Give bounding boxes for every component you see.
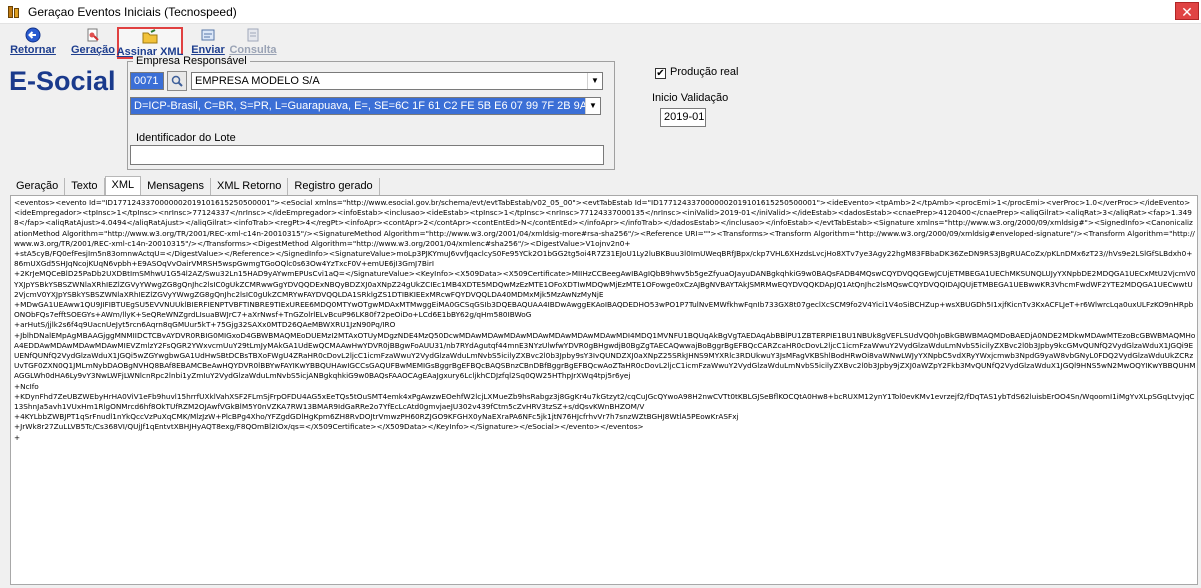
title-bar: Geraçao Eventos Iniciais (Tecnospeed) ✕ (0, 0, 1201, 24)
generate-icon (85, 27, 101, 43)
empresa-code-field[interactable]: 0071 (130, 72, 164, 90)
tab-xml-retorno[interactable]: XML Retorno (211, 178, 289, 196)
xml-line: +stA5cyB/FQ0efFesjIm5n83omnwActqU=</Dige… (14, 249, 1193, 269)
tab-registro-gerado[interactable]: Registro gerado (288, 178, 380, 196)
xml-line: <eventos><evento Id="ID17712433700000020… (14, 198, 1195, 248)
chevron-down-icon[interactable]: ▼ (587, 73, 602, 89)
esocial-logo: E-Social (9, 66, 116, 96)
tab-xml[interactable]: XML (104, 176, 142, 195)
lookup-button[interactable] (167, 71, 187, 91)
folder-sign-icon (142, 29, 158, 45)
xml-line: +MDwGA1UEAww1QU9JIFIBTUEgSU5EVVNUUklBIER… (14, 300, 1194, 320)
xml-line: + (14, 432, 21, 442)
send-icon (200, 27, 216, 43)
empresa-group-legend: Empresa Responsável (133, 55, 250, 67)
app-icon (6, 4, 22, 20)
xml-line: +NcIfo (14, 381, 39, 391)
xml-line: +2KrJeMQCeBlD25PaDb2UXDBtImSMhwU1G54l2AZ… (14, 269, 1196, 299)
close-button[interactable]: ✕ (1175, 2, 1199, 20)
company-select[interactable]: EMPRESA MODELO S/A ▼ (191, 72, 603, 90)
back-arrow-icon (25, 27, 41, 43)
lote-label: Identificador do Lote (136, 132, 236, 144)
xml-line: +JblhDNalEMpAgMBAAGjggMNMIIDCTCBvAYDVR0R… (14, 330, 1196, 381)
xml-line: +KDynFhd7ZeUBZWEbyHrHA0ViV1eFb9huvl15hrr… (14, 391, 1195, 412)
tab-mensagens[interactable]: Mensagens (141, 178, 211, 196)
xml-content-panel[interactable]: <eventos><evento Id="ID17712433700000020… (10, 195, 1198, 585)
tab-geracao[interactable]: Geração (10, 178, 66, 196)
producao-real-checkbox[interactable]: ✔ (655, 68, 666, 79)
producao-real-label: Produção real (670, 66, 739, 78)
xml-line: +JrWk8r27ZuLLVB5Tc/Cs368VI/QUjJf1qEntvtX… (14, 422, 644, 432)
certificate-select[interactable]: D=ICP-Brasil, C=BR, S=PR, L=Guarapuava, … (130, 97, 601, 115)
chevron-down-icon[interactable]: ▼ (585, 98, 600, 114)
xml-text[interactable]: <eventos><evento Id="ID17712433700000020… (14, 198, 1196, 582)
query-icon (245, 27, 261, 43)
geracao-button[interactable]: Geração (71, 27, 115, 59)
inicio-validacao-label: Inicio Validação (652, 92, 729, 104)
inicio-validacao-input[interactable]: 2019-01 (660, 108, 706, 127)
lote-input[interactable] (130, 145, 604, 165)
xml-line: +4KYLbbZWBJPT1qSrFnudl1nYkQccVzPuXqCMK/M… (14, 412, 739, 422)
window-title: Geraçao Eventos Iniciais (Tecnospeed) (28, 4, 237, 19)
tab-texto[interactable]: Texto (65, 178, 105, 196)
search-icon (171, 75, 183, 87)
tab-bar: Geração Texto XML Mensagens XML Retorno … (10, 176, 380, 196)
certificate-select-value: D=ICP-Brasil, C=BR, S=PR, L=Guarapuava, … (134, 100, 601, 112)
retornar-button[interactable]: Retornar (10, 27, 56, 59)
xml-line: +arHutS/jjlk2s6f4q9UacnUeJyt5rcn6Aqrn8qG… (14, 320, 396, 330)
company-select-value: EMPRESA MODELO S/A (195, 75, 320, 87)
